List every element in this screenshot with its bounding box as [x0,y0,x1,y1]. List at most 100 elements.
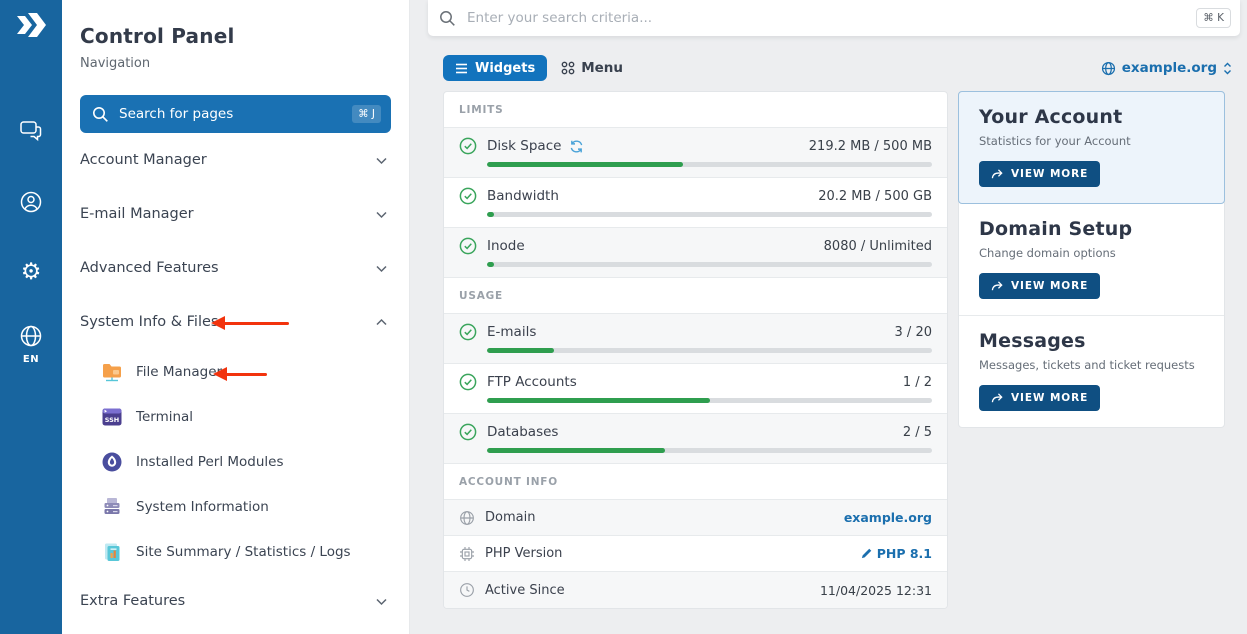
account-icon[interactable] [19,190,43,214]
card-domain-setup: Domain Setup Change domain options VIEW … [959,204,1224,315]
check-circle-icon [459,423,477,441]
side-cards: Your Account Statistics for your Account… [958,91,1225,428]
info-row-domain[interactable]: Domain example.org [444,500,947,536]
nav-search-label: Search for pages [119,106,234,122]
chevron-down-icon [376,598,387,605]
stat-row-disk-space[interactable]: Disk Space 219.2 MB / 500 MB [444,128,947,178]
search-icon [440,10,455,26]
check-circle-icon [459,137,477,155]
settings-gear-icon[interactable]: ⚙ [21,260,42,284]
progress-track [487,398,932,403]
navigation-panel: Control Panel Navigation Search for page… [62,0,410,634]
chevron-down-icon [376,211,387,218]
messages-icon[interactable] [19,118,44,142]
view-toolbar: Widgets Menu example.org [443,55,1232,81]
progress-track [487,212,932,217]
nav-submenu-system-info: File Manager SSH Terminal Installed Perl… [80,349,391,574]
language-code[interactable]: EN [23,354,39,365]
terminal-ssh-icon: SSH [102,408,122,425]
nav-group-account-manager[interactable]: Account Manager [80,133,391,187]
perl-icon [102,452,122,471]
file-manager-icon [103,363,121,381]
refresh-icon[interactable] [569,139,584,154]
view-more-button[interactable]: VIEW MORE [979,161,1101,187]
check-circle-icon [459,373,477,391]
progress-fill [487,162,683,167]
external-arrow-icon [991,393,1003,403]
check-circle-icon [459,237,477,255]
page-subtitle: Navigation [80,56,151,71]
progress-fill [487,212,494,217]
nav-item-installed-perl-modules[interactable]: Installed Perl Modules [80,439,391,484]
progress-track [487,262,932,267]
card-title: Messages [979,330,1086,352]
nav-search-button[interactable]: Search for pages ⌘ J [80,95,391,133]
system-information-icon [104,497,120,514]
global-search-bar: ⌘ K [428,0,1240,36]
info-row-active-since[interactable]: Active Since 11/04/2025 12:31 [444,572,947,608]
edit-pencil-icon [861,548,871,559]
php-version-link[interactable]: PHP 8.1 [861,546,932,561]
view-more-button[interactable]: VIEW MORE [979,385,1101,411]
tab-widgets-label: Widgets [475,60,536,76]
card-subtitle: Change domain options [979,246,1116,260]
info-row-php-version[interactable]: PHP Version PHP 8.1 [444,536,947,572]
nav-list: Account Manager E-mail Manager Advanced … [80,133,391,628]
site-summary-icon [105,543,120,561]
global-search-shortcut: ⌘ K [1196,8,1231,28]
chip-icon [460,546,474,561]
stat-row-emails[interactable]: E-mails 3 / 20 [444,314,947,364]
card-messages: Messages Messages, tickets and ticket re… [959,315,1224,427]
external-arrow-icon [991,281,1003,291]
nav-group-advanced-features[interactable]: Advanced Features [80,241,391,295]
stat-row-bandwidth[interactable]: Bandwidth 20.2 MB / 500 GB [444,178,947,228]
grid-icon [561,61,575,75]
chevron-up-icon [376,318,387,325]
nav-item-terminal[interactable]: SSH Terminal [80,394,391,439]
domain-link[interactable]: example.org [844,510,932,525]
usage-section-header: USAGE [444,278,947,314]
list-icon [456,63,467,73]
progress-fill [487,398,710,403]
tab-widgets[interactable]: Widgets [443,55,548,81]
sort-chevrons-icon [1224,62,1231,74]
nav-group-system-info-files[interactable]: System Info & Files [80,295,391,349]
card-title: Your Account [979,106,1123,128]
external-arrow-icon [991,169,1003,179]
tab-menu-label: Menu [581,60,623,76]
nav-item-site-summary[interactable]: Site Summary / Statistics / Logs [80,529,391,574]
card-subtitle: Messages, tickets and ticket requests [979,358,1195,372]
chevron-down-icon [376,265,387,272]
global-search-input[interactable] [467,10,1197,26]
nav-item-file-manager[interactable]: File Manager [80,349,391,394]
globe-icon [460,510,474,525]
domain-selector[interactable]: example.org [1101,60,1232,76]
nav-item-system-information[interactable]: System Information [80,484,391,529]
limits-section-header: LIMITS [444,92,947,128]
search-icon [93,106,108,122]
progress-track [487,348,932,353]
chevron-down-icon [376,157,387,164]
nav-group-email-manager[interactable]: E-mail Manager [80,187,391,241]
card-your-account: Your Account Statistics for your Account… [958,91,1225,204]
globe-icon [1101,61,1115,75]
account-info-section-header: ACCOUNT INFO [444,464,947,500]
svg-text:SSH: SSH [105,416,120,424]
main-area: ⌘ K Widgets Menu example.org LIMITS [410,0,1247,634]
nav-group-extra-features[interactable]: Extra Features [80,574,391,628]
nav-search-shortcut: ⌘ J [352,105,381,123]
progress-track [487,448,932,453]
clock-icon [460,583,474,597]
language-globe-icon[interactable] [19,324,43,348]
view-more-button[interactable]: VIEW MORE [979,273,1101,299]
brand-logo-icon[interactable] [14,10,48,40]
card-subtitle: Statistics for your Account [979,134,1131,148]
check-circle-icon [459,323,477,341]
tab-menu[interactable]: Menu [561,60,623,76]
stat-row-ftp-accounts[interactable]: FTP Accounts 1 / 2 [444,364,947,414]
icon-rail: ⚙ EN [0,0,62,634]
app-root: ⚙ EN Control Panel Navigation Search for… [0,0,1247,634]
progress-fill [487,348,554,353]
stat-row-databases[interactable]: Databases 2 / 5 [444,414,947,464]
stat-row-inode[interactable]: Inode 8080 / Unlimited [444,228,947,278]
